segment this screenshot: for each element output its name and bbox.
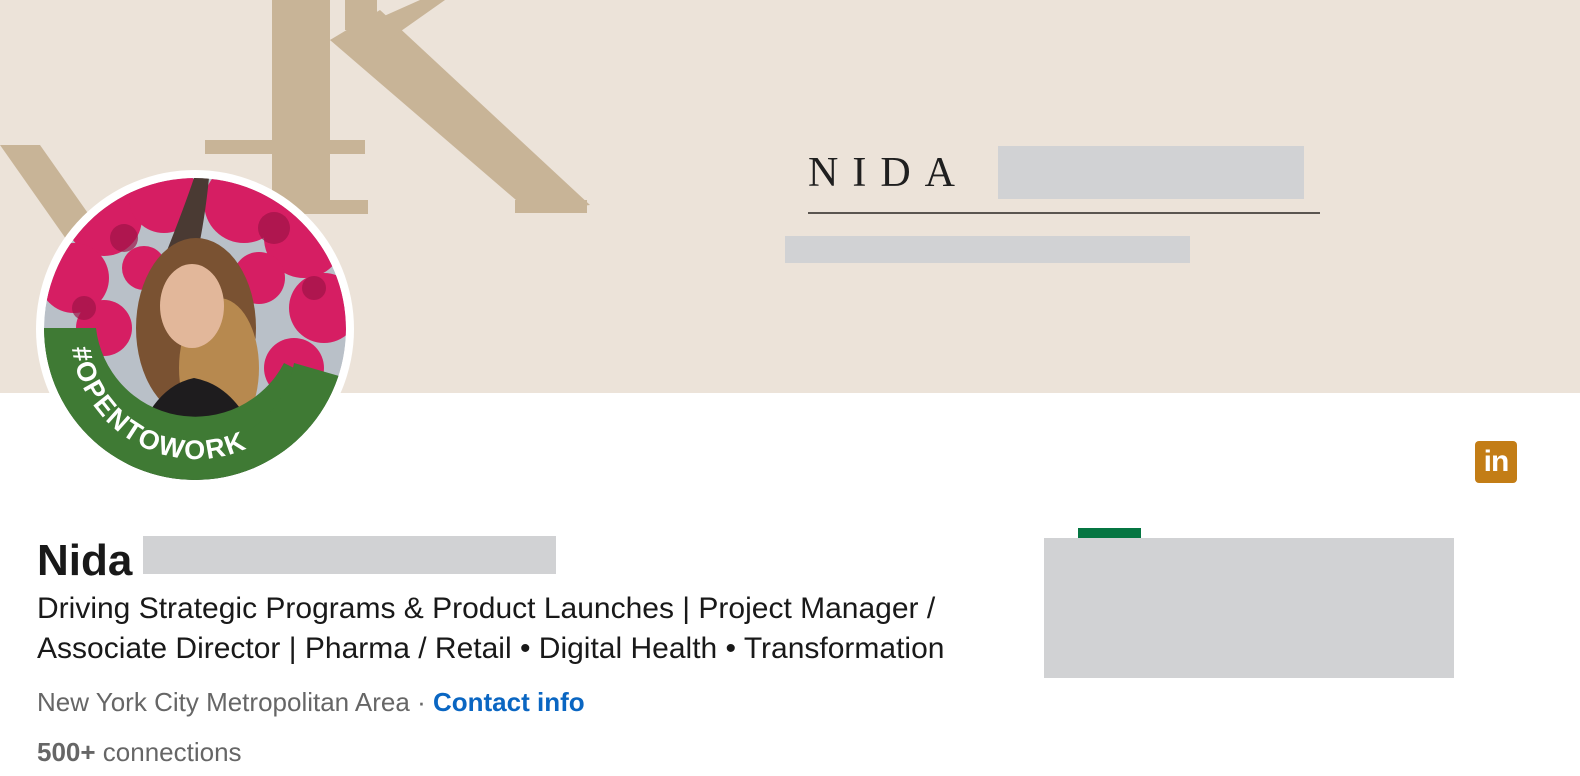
profile-name: Nida — [37, 536, 133, 585]
profile-headline: Driving Strategic Programs & Product Lau… — [37, 592, 945, 665]
profile-page: NIDA #OPENTOWORK in Nida Driving Strateg… — [0, 0, 1580, 776]
location-line: New York City Metropolitan Area · Contac… — [37, 684, 585, 720]
profile-location: New York City Metropolitan Area — [37, 687, 410, 717]
contact-info-link[interactable]: Contact info — [433, 687, 585, 717]
banner-redacted-subtitle — [785, 236, 1190, 263]
connections-count: 500+ — [37, 737, 96, 767]
banner-divider — [808, 212, 1320, 214]
banner-redacted-surname — [998, 146, 1304, 199]
connections-label: connections — [95, 737, 242, 767]
location-separator: · — [409, 687, 433, 717]
right-panel-redacted — [1044, 538, 1454, 678]
connections-line[interactable]: 500+ connections — [37, 734, 242, 770]
linkedin-icon[interactable]: in — [1475, 441, 1517, 483]
banner-name-text: NIDA — [808, 150, 969, 196]
avatar-image: #OPENTOWORK — [44, 178, 346, 480]
avatar-photo: #OPENTOWORK — [44, 178, 346, 480]
name-redacted-surname — [143, 536, 556, 574]
profile-avatar[interactable]: #OPENTOWORK — [36, 170, 354, 488]
